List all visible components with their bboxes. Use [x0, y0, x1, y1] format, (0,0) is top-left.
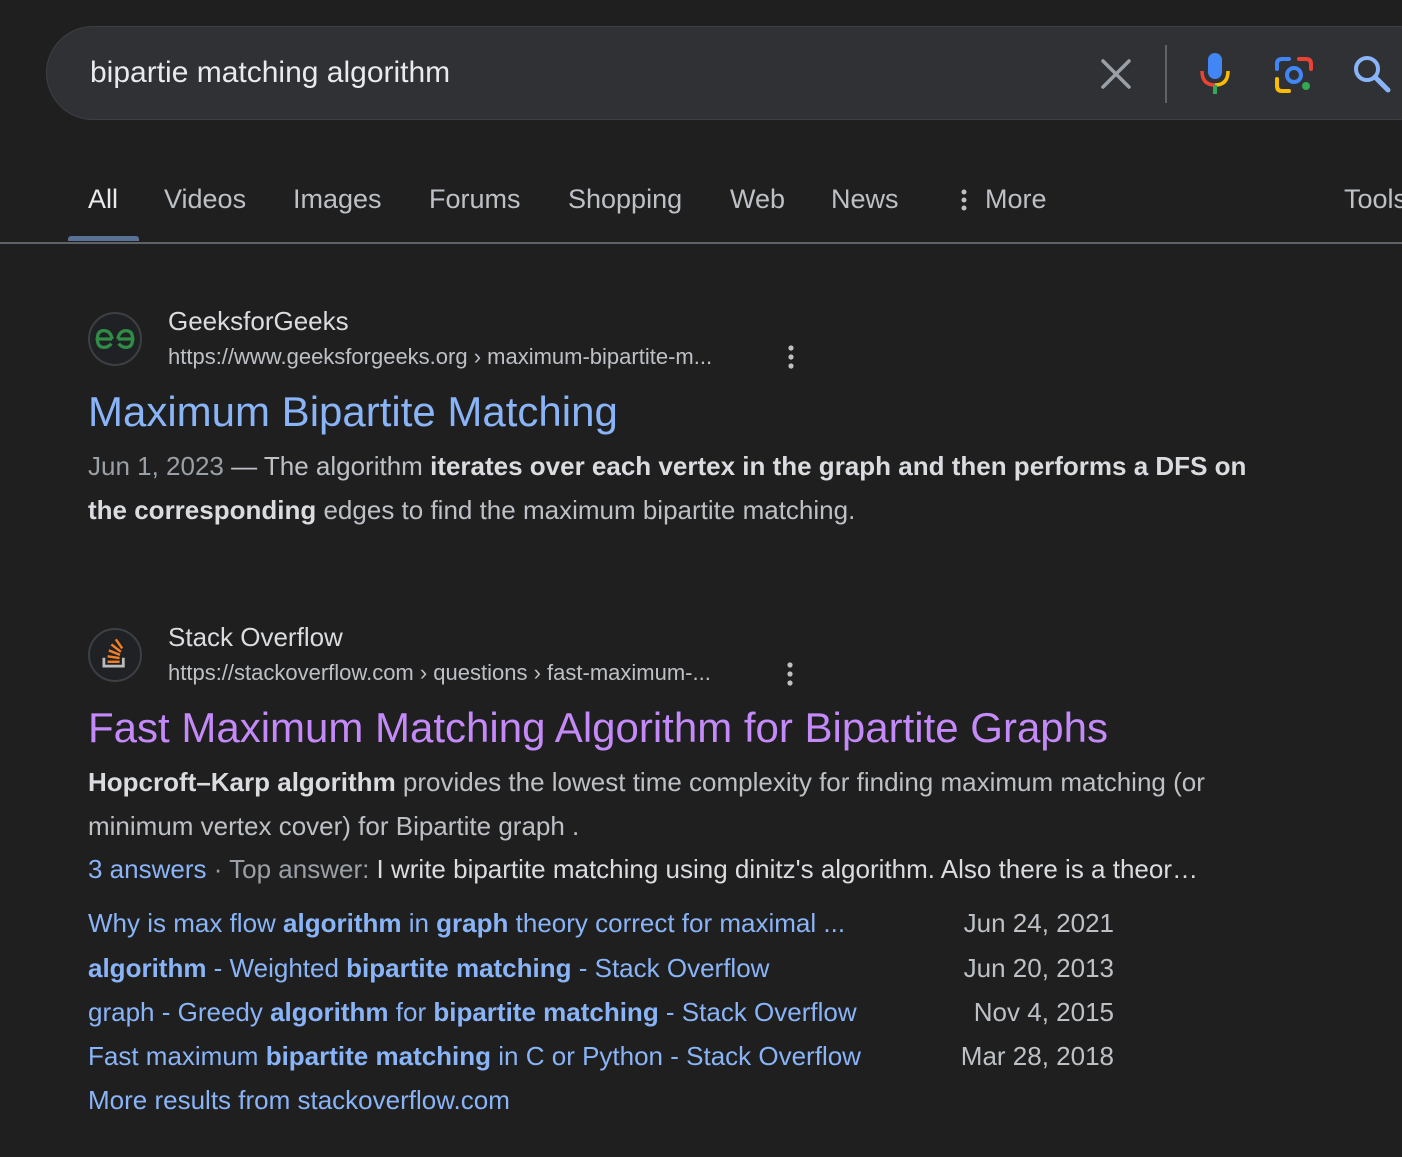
answers-summary: 3 answers · Top answer: I write bipartit… — [88, 854, 1288, 885]
related-link-text: in — [401, 908, 437, 938]
clear-icon[interactable] — [1097, 55, 1135, 93]
related-link-text: theory correct for maximal ... — [508, 908, 846, 938]
more-vertical-dots-icon[interactable] — [957, 187, 971, 215]
tab-tools[interactable]: Tools — [1344, 184, 1402, 215]
result-title-link[interactable]: Maximum Bipartite Matching — [88, 388, 618, 436]
tab-all[interactable]: All — [88, 184, 118, 215]
result-date: Jun 1, 2023 — [88, 451, 224, 481]
search-results-page: All Videos Images Forums Shopping Web Ne… — [0, 0, 1402, 1157]
top-answer-text: I write bipartite matching using dinitz'… — [376, 854, 1198, 884]
related-link-bold: graph — [436, 908, 509, 938]
answers-separator: · — [206, 854, 230, 884]
stackoverflow-logo-icon — [102, 638, 125, 668]
geeksforgeeks-logo-icon — [95, 329, 135, 349]
related-link-text: graph - Greedy — [88, 997, 271, 1027]
microphone-icon[interactable] — [1195, 51, 1235, 97]
snippet-bold: Hopcroft–Karp algorithm — [88, 767, 396, 797]
tab-images[interactable]: Images — [293, 184, 382, 215]
result-options-icon[interactable] — [785, 661, 795, 689]
related-link[interactable]: algorithm - Weighted bipartite matching … — [88, 953, 769, 984]
stackoverflow-favicon — [88, 628, 142, 682]
result-url[interactable]: https://stackoverflow.com › questions › … — [168, 660, 711, 686]
related-link-date: Nov 4, 2015 — [973, 997, 1114, 1027]
related-link-bold: bipartite matching — [433, 997, 659, 1027]
tab-web[interactable]: Web — [730, 184, 785, 215]
related-link[interactable]: graph - Greedy algorithm for bipartite m… — [88, 997, 857, 1028]
result-url[interactable]: https://www.geeksforgeeks.org › maximum-… — [168, 344, 712, 370]
related-link-date: Jun 20, 2013 — [963, 953, 1114, 983]
snippet-text: The algorithm — [263, 451, 431, 481]
search-result-stackoverflow: Stack Overflow https://stackoverflow.com… — [88, 620, 1308, 1140]
geeksforgeeks-favicon — [88, 312, 142, 366]
result-snippet: Hopcroft–Karp algorithm provides the low… — [88, 760, 1278, 848]
related-link-bold: algorithm — [283, 908, 402, 938]
related-link-date: Mar 28, 2018 — [960, 1041, 1114, 1071]
search-result-geeksforgeeks: GeeksforGeeks https://www.geeksforgeeks.… — [88, 302, 1308, 542]
related-link-text: - Stack Overflow — [571, 953, 770, 983]
top-answer-label: Top answer: — [229, 854, 377, 884]
tab-videos[interactable]: Videos — [164, 184, 246, 215]
related-link-bold: algorithm — [88, 953, 207, 983]
tab-news[interactable]: News — [831, 184, 899, 215]
search-bar-divider — [1165, 45, 1167, 103]
active-tab-indicator — [68, 236, 139, 241]
camera-lens-icon[interactable] — [1273, 55, 1315, 95]
result-site-name[interactable]: GeeksforGeeks — [168, 306, 349, 337]
result-snippet: Jun 1, 2023 — The algorithm iterates ove… — [88, 444, 1278, 532]
related-link-bold: bipartite matching — [346, 953, 572, 983]
related-link-date: Jun 24, 2021 — [963, 908, 1114, 938]
search-tabs: All Videos Images Forums Shopping Web Ne… — [0, 168, 1402, 244]
answers-count-link[interactable]: 3 answers — [88, 854, 207, 884]
search-input[interactable] — [90, 53, 1050, 93]
related-link-text: Why is max flow — [88, 908, 284, 938]
tab-forums[interactable]: Forums — [429, 184, 521, 215]
more-results-link[interactable]: More results from stackoverflow.com — [88, 1085, 510, 1116]
result-title-link[interactable]: Fast Maximum Matching Algorithm for Bipa… — [88, 704, 1108, 752]
related-link-text: for — [388, 997, 434, 1027]
related-link-text: Fast maximum — [88, 1041, 266, 1071]
related-link[interactable]: Fast maximum bipartite matching in C or … — [88, 1041, 861, 1072]
snippet-text: edges to find the maximum bipartite matc… — [316, 495, 856, 525]
tabs-divider — [0, 242, 1402, 244]
related-link-text: - Weighted — [206, 953, 347, 983]
related-link-bold: algorithm — [270, 997, 389, 1027]
related-link-text: - Stack Overflow — [658, 997, 857, 1027]
result-site-name[interactable]: Stack Overflow — [168, 622, 343, 653]
result-options-icon[interactable] — [786, 344, 796, 372]
related-link-text: in C or Python - Stack Overflow — [491, 1041, 861, 1071]
search-bar — [46, 26, 1402, 120]
snippet-dash: — — [223, 451, 264, 481]
search-icon[interactable] — [1351, 53, 1393, 95]
related-link[interactable]: Why is max flow algorithm in graph theor… — [88, 908, 845, 939]
tab-more[interactable]: More — [985, 184, 1047, 215]
tab-shopping[interactable]: Shopping — [568, 184, 682, 215]
related-link-bold: bipartite matching — [265, 1041, 492, 1071]
